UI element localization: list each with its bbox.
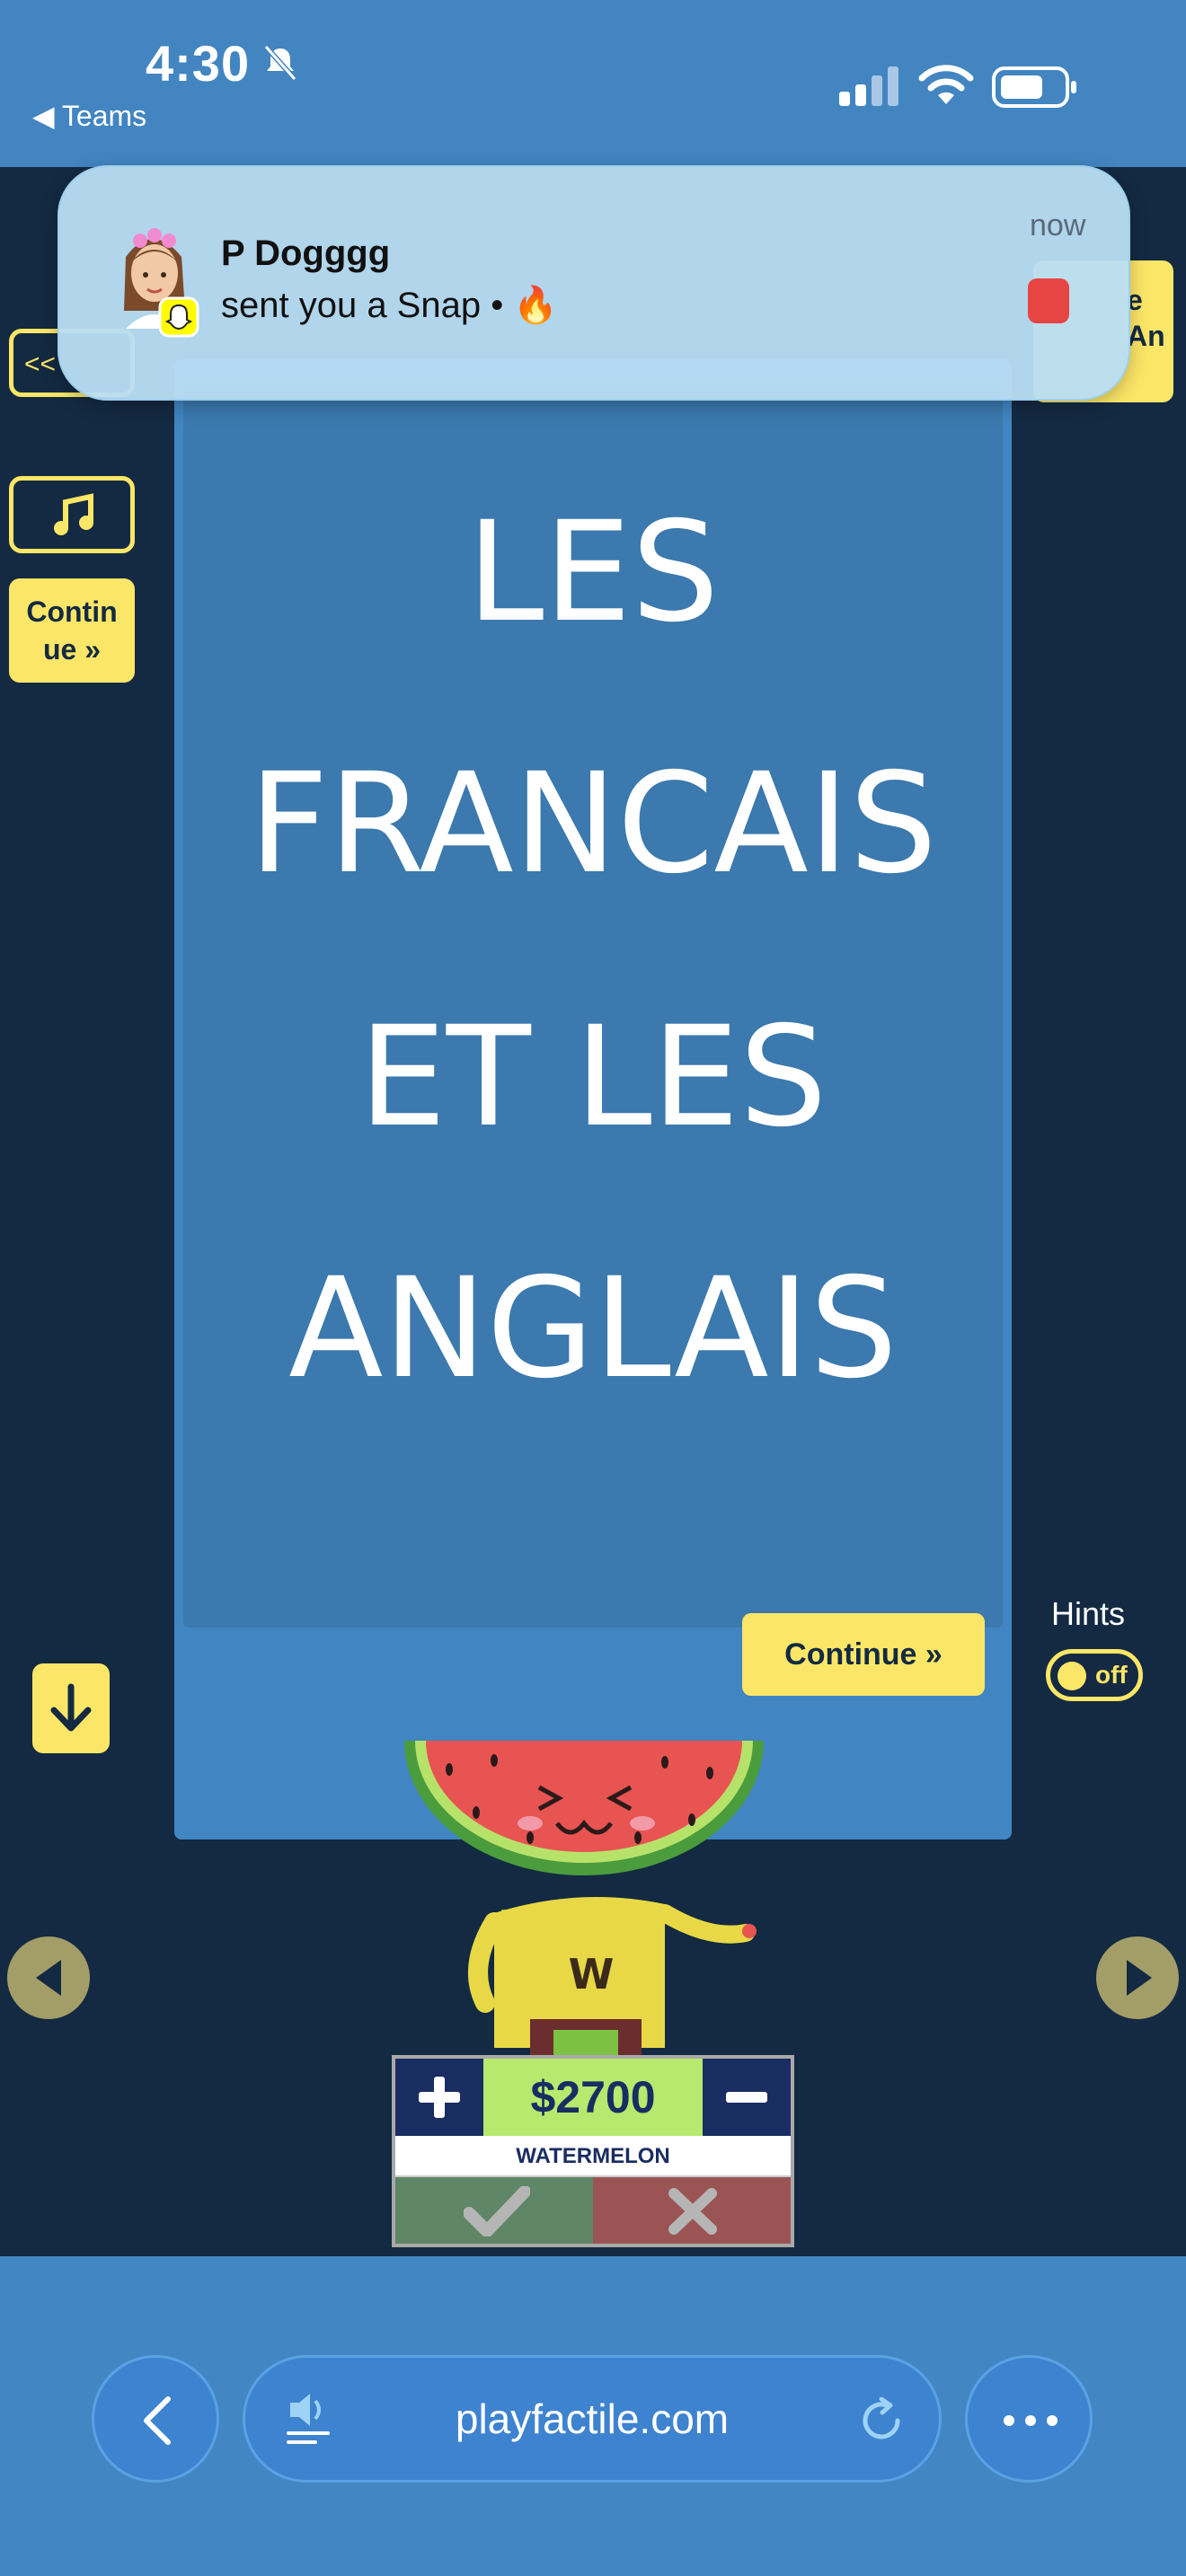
next-team-button[interactable]	[1096, 1936, 1179, 2019]
hints-toggle[interactable]: off	[1046, 1649, 1143, 1701]
checkmark-icon	[464, 2186, 530, 2236]
chevron-left-icon	[144, 2396, 171, 2445]
more-options-button[interactable]	[965, 2355, 1093, 2483]
cell-signal-icon	[839, 66, 898, 106]
hints-label: Hints	[1051, 1595, 1126, 1632]
notification-time: now	[1030, 208, 1086, 243]
triangle-left-icon	[36, 1960, 61, 1996]
snap-thumbnail-icon	[1028, 278, 1069, 323]
team-name: WATERMELON	[395, 2136, 791, 2177]
question-line-2: FRANCAIS	[249, 744, 937, 904]
battery-icon	[992, 66, 1076, 108]
team-score: $2700	[483, 2059, 703, 2136]
side-continue-button[interactable]: Contin ue »	[9, 578, 135, 683]
subtract-points-button[interactable]	[703, 2059, 791, 2136]
side-continue-label: Contin ue »	[26, 595, 118, 666]
mark-correct-button[interactable]	[395, 2177, 593, 2244]
previous-label: <<	[24, 349, 57, 379]
snap-notification[interactable]: P Dogggg sent you a Snap • 🔥 now	[58, 165, 1130, 401]
url-bar[interactable]: playfactile.com	[243, 2355, 942, 2483]
watermelon-mascot: W	[404, 1741, 764, 2057]
wifi-icon	[918, 65, 974, 104]
team-score-card: $2700 WATERMELON	[392, 2055, 794, 2247]
mascot-shirt-letter: W	[569, 1950, 615, 1998]
plus-icon	[419, 2077, 460, 2118]
arrow-down-icon	[50, 1683, 92, 1732]
scroll-down-button[interactable]	[32, 1663, 110, 1753]
music-note-icon	[54, 493, 93, 535]
side-right-label: e An	[1127, 284, 1165, 352]
url-text: playfactile.com	[455, 2395, 730, 2442]
question-line-1: LES	[466, 492, 720, 653]
triangle-right-icon	[1127, 1960, 1152, 1996]
previous-team-button[interactable]	[7, 1936, 90, 2019]
bitmoji-avatar	[124, 228, 199, 338]
browser-back-button[interactable]	[92, 2355, 219, 2483]
continue-label: Continue »	[784, 1636, 943, 1672]
more-dots-icon	[1004, 2415, 1058, 2426]
notification-title: P Dogggg	[221, 234, 391, 273]
music-button[interactable]	[9, 476, 135, 553]
mark-wrong-button[interactable]	[593, 2177, 791, 2244]
notification-body: sent you a Snap • 🔥	[221, 286, 559, 325]
status-time: 4:30	[146, 35, 251, 92]
question-line-4: ANGLAIS	[288, 1248, 898, 1409]
reload-icon[interactable]	[858, 2397, 905, 2444]
toggle-state-label: off	[1095, 1661, 1128, 1689]
add-points-button[interactable]	[395, 2059, 483, 2136]
continue-button[interactable]: Continue »	[742, 1613, 985, 1696]
bell-muted-icon	[263, 45, 297, 81]
back-to-app-link[interactable]: ◀ Teams	[32, 99, 146, 133]
toggle-knob	[1058, 1662, 1086, 1690]
minus-icon	[726, 2092, 767, 2103]
question-line-3: ET LES	[358, 997, 828, 1158]
x-mark-icon	[668, 2188, 717, 2235]
